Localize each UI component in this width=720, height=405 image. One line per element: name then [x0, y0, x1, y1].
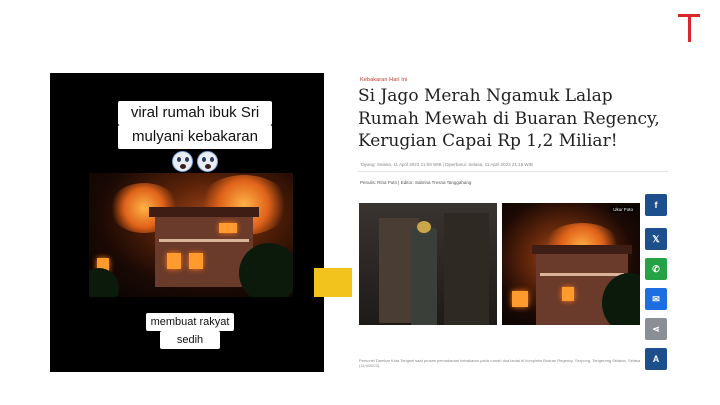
messenger-share-icon[interactable]: ✉ [645, 288, 667, 310]
burning-house-photo [89, 173, 293, 297]
font-size-icon[interactable]: A [645, 348, 667, 370]
fullsize-button[interactable]: Ukur Foto [610, 206, 636, 213]
article-meta: Tayang: Selasa, 11 April 2023 21:09 WIB … [360, 162, 533, 167]
share-icon[interactable]: ⋖ [645, 318, 667, 340]
photo-caption: Personel Damkar Kota Tangsel saat proses… [359, 358, 641, 368]
divider [358, 171, 668, 172]
facebook-share-icon[interactable]: f [645, 194, 667, 216]
video-caption-line: mulyani kebakaran [118, 125, 272, 149]
video-caption-line: membuat rakyat [146, 313, 234, 331]
burning-house-photo[interactable]: Ukur Foto [502, 203, 640, 325]
face-screaming-icon [172, 151, 193, 172]
article-kicker[interactable]: Kebakaran Hari Ini [360, 77, 407, 83]
article-byline: Penulis: Rina Putri | Editor: Sabrina Tr… [360, 180, 472, 185]
video-caption-line: sedih [160, 331, 220, 349]
firefighter-photo[interactable] [359, 203, 497, 325]
video-caption-line: viral rumah ibuk Sri [118, 101, 272, 125]
face-screaming-icon [197, 151, 218, 172]
slide: viral rumah ibuk Sri mulyani kebakaran m… [0, 0, 720, 405]
news-article-screenshot: Kebakaran Hari Ini Si Jago Merah Ngamuk … [352, 73, 674, 372]
emoji-row [165, 151, 225, 175]
video-screenshot: viral rumah ibuk Sri mulyani kebakaran m… [50, 73, 324, 372]
x-share-icon[interactable]: 𝕏 [645, 228, 667, 250]
article-headline: Si Jago Merah Ngamuk Lalap Rumah Mewah d… [358, 86, 660, 151]
whatsapp-share-icon[interactable]: ✆ [645, 258, 667, 280]
brand-logo [678, 14, 700, 42]
